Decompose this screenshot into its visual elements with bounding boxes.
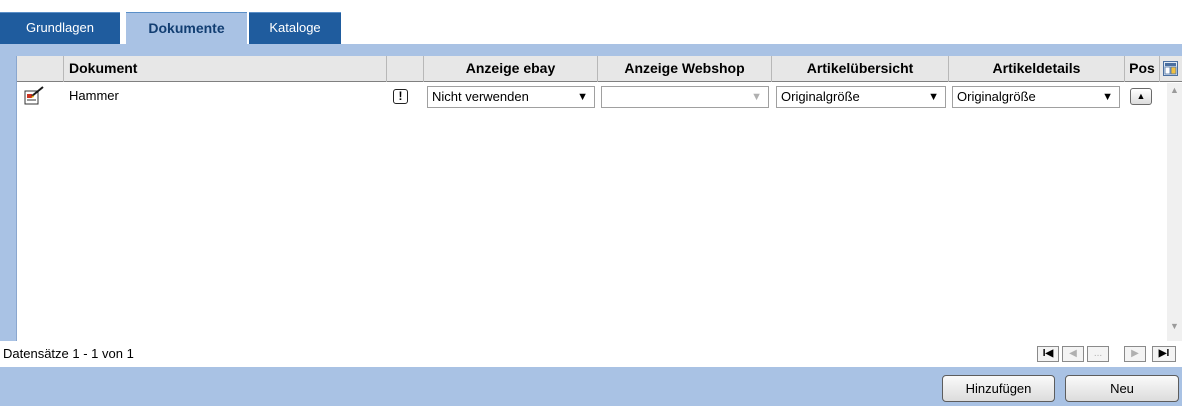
add-button[interactable]: Hinzufügen <box>942 375 1055 402</box>
artikeluebersicht-value: Originalgröße <box>781 89 860 104</box>
header-pos[interactable]: Pos <box>1125 56 1160 82</box>
next-page-button[interactable]: ▶ <box>1124 346 1146 362</box>
column-chooser-icon[interactable] <box>1163 61 1178 76</box>
tab-bar: Grundlagen Dokumente Kataloge <box>0 0 1182 45</box>
header-flag-column <box>387 56 424 82</box>
scroll-up-icon[interactable]: ▲ <box>1170 85 1179 95</box>
vertical-scrollbar[interactable]: ▲ ▼ <box>1167 83 1182 341</box>
scroll-down-icon[interactable]: ▼ <box>1170 321 1179 331</box>
document-edit-icon[interactable] <box>23 86 45 106</box>
status-bar: Datensätze 1 - 1 von 1 I◀ ◀ ... ▶ ▶I <box>0 341 1182 367</box>
first-page-button[interactable]: I◀ <box>1037 346 1059 362</box>
header-document[interactable]: Dokument <box>64 56 387 82</box>
chevron-down-icon: ▼ <box>751 91 762 103</box>
artikeldetails-value: Originalgröße <box>957 89 1036 104</box>
header-artikeluebersicht[interactable]: Artikelübersicht <box>772 56 949 82</box>
artikeluebersicht-select[interactable]: Originalgröße ▼ <box>776 86 946 108</box>
artikeldetails-select[interactable]: Originalgröße ▼ <box>952 86 1120 108</box>
last-page-button[interactable]: ▶I <box>1152 346 1176 362</box>
chevron-down-icon: ▼ <box>928 91 939 103</box>
anzeige-webshop-select[interactable]: ▼ <box>601 86 769 108</box>
move-up-button[interactable]: ▲ <box>1130 88 1152 105</box>
tab-dokumente[interactable]: Dokumente <box>126 12 247 45</box>
anzeige-ebay-value: Nicht verwenden <box>432 89 529 104</box>
document-name: Hammer <box>69 88 119 103</box>
exclamation-icon[interactable]: ! <box>393 89 408 104</box>
prev-page-button[interactable]: ◀ <box>1062 346 1084 362</box>
anzeige-ebay-select[interactable]: Nicht verwenden ▼ <box>427 86 595 108</box>
grid-header: Dokument Anzeige ebay Anzeige Webshop Ar… <box>17 56 1182 82</box>
tab-kataloge[interactable]: Kataloge <box>249 12 341 44</box>
header-anzeige-webshop[interactable]: Anzeige Webshop <box>598 56 772 82</box>
record-count: Datensätze 1 - 1 von 1 <box>3 346 134 361</box>
page-select-button[interactable]: ... <box>1087 346 1109 362</box>
table-row[interactable]: Hammer ! Nicht verwenden ▼ ▼ Originalgrö… <box>17 83 1167 109</box>
header-anzeige-ebay[interactable]: Anzeige ebay <box>424 56 598 82</box>
chevron-down-icon: ▼ <box>577 91 588 103</box>
documents-grid: Dokument Anzeige ebay Anzeige Webshop Ar… <box>16 56 1182 341</box>
chevron-down-icon: ▼ <box>1102 91 1113 103</box>
header-icon-column <box>17 56 64 82</box>
header-artikeldetails[interactable]: Artikeldetails <box>949 56 1125 82</box>
tab-grundlagen[interactable]: Grundlagen <box>0 12 120 44</box>
new-button[interactable]: Neu <box>1065 375 1179 402</box>
